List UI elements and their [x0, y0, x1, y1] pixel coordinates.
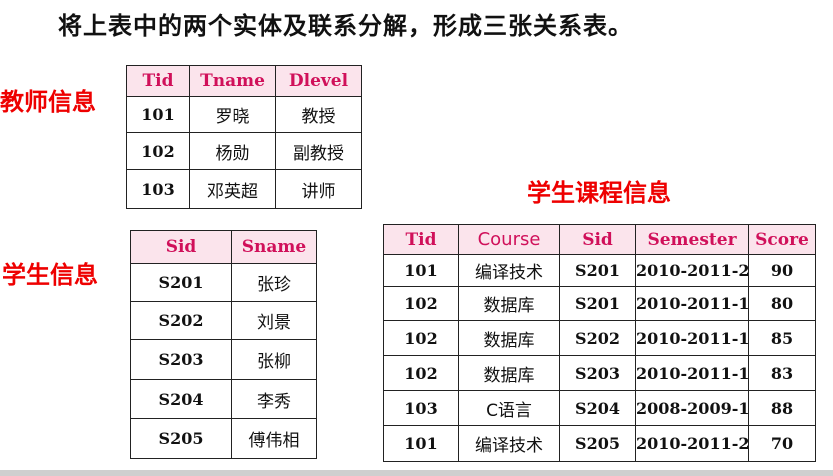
- table-row: 102 数据库 S202 2010-2011-1 85: [383, 320, 816, 356]
- table-cell: 2010-2011-2: [635, 425, 749, 462]
- table-cell: 80: [748, 286, 816, 321]
- teacher-section-label: 教师信息: [0, 88, 96, 116]
- table-cell: S203: [559, 355, 636, 391]
- column-header-dlevel: Dlevel: [275, 65, 362, 97]
- column-header-course: Course: [458, 224, 560, 255]
- table-cell: 罗晓: [189, 96, 276, 133]
- table-cell: 101: [126, 96, 190, 133]
- table-cell: 教授: [275, 96, 362, 133]
- column-header-sname: Sname: [231, 230, 317, 264]
- table-row: 102 杨勋 副教授: [126, 132, 362, 170]
- table-cell: S204: [130, 379, 232, 419]
- column-header-tname: Tname: [189, 65, 276, 97]
- table-header-row: Tid Tname Dlevel: [126, 65, 362, 97]
- table-cell: 刘景: [231, 301, 317, 340]
- column-header-score: Score: [748, 224, 816, 255]
- table-cell: 103: [383, 390, 459, 426]
- table-cell: 张柳: [231, 339, 317, 380]
- table-cell: S202: [559, 320, 636, 356]
- table-cell: 88: [748, 390, 816, 426]
- table-cell: S201: [559, 254, 636, 287]
- table-cell: 傅伟相: [231, 418, 317, 459]
- table-cell: 2010-2011-1: [635, 286, 749, 321]
- table-cell: 102: [383, 355, 459, 391]
- table-row: S205 傅伟相: [130, 418, 317, 459]
- table-cell: 103: [126, 169, 190, 209]
- table-header-row: Sid Sname: [130, 230, 317, 264]
- table-cell: 102: [126, 132, 190, 170]
- table-cell: 85: [748, 320, 816, 356]
- table-row: S201 张珍: [130, 263, 317, 302]
- course-section-label: 学生课程信息: [527, 179, 671, 207]
- table-row: 103 邓英超 讲师: [126, 169, 362, 209]
- column-header-tid: Tid: [383, 224, 459, 255]
- table-cell: S201: [559, 286, 636, 321]
- table-cell: 数据库: [458, 320, 560, 356]
- table-cell: S203: [130, 339, 232, 380]
- table-cell: 90: [748, 254, 816, 287]
- table-cell: 副教授: [275, 132, 362, 170]
- student-section-label: 学生信息: [2, 261, 98, 289]
- column-header-semester: Semester: [635, 224, 749, 255]
- table-row: 102 数据库 S203 2010-2011-1 83: [383, 355, 816, 391]
- table-cell: 102: [383, 286, 459, 321]
- table-cell: 李秀: [231, 379, 317, 419]
- column-header-sid: Sid: [130, 230, 232, 264]
- table-cell: 编译技术: [458, 254, 560, 287]
- table-cell: 102: [383, 320, 459, 356]
- table-row: 103 C语言 S204 2008-2009-1 88: [383, 390, 816, 426]
- table-row: S203 张柳: [130, 339, 317, 380]
- table-cell: C语言: [458, 390, 560, 426]
- column-header-sid: Sid: [559, 224, 636, 255]
- table-cell: 数据库: [458, 355, 560, 391]
- table-header-row: Tid Course Sid Semester Score: [383, 224, 816, 255]
- table-cell: 101: [383, 254, 459, 287]
- table-cell: 101: [383, 425, 459, 462]
- student-table: Sid Sname S201 张珍 S202 刘景 S203 张柳 S204 李…: [130, 230, 317, 459]
- table-cell: 张珍: [231, 263, 317, 302]
- page-title: 将上表中的两个实体及联系分解，形成三张关系表。: [58, 12, 633, 40]
- table-cell: 2008-2009-1: [635, 390, 749, 426]
- teacher-table: Tid Tname Dlevel 101 罗晓 教授 102 杨勋 副教授 10…: [126, 65, 362, 209]
- course-table: Tid Course Sid Semester Score 101 编译技术 S…: [383, 224, 816, 462]
- table-cell: 2010-2011-1: [635, 355, 749, 391]
- table-cell: 编译技术: [458, 425, 560, 462]
- table-cell: S205: [559, 425, 636, 462]
- table-cell: S204: [559, 390, 636, 426]
- table-row: 101 编译技术 S205 2010-2011-2 70: [383, 425, 816, 462]
- table-row: 101 罗晓 教授: [126, 96, 362, 133]
- table-cell: S202: [130, 301, 232, 340]
- bottom-divider: [0, 470, 833, 476]
- column-header-tid: Tid: [126, 65, 190, 97]
- table-cell: 数据库: [458, 286, 560, 321]
- table-row: S202 刘景: [130, 301, 317, 340]
- table-cell: S205: [130, 418, 232, 459]
- table-cell: S201: [130, 263, 232, 302]
- table-row: S204 李秀: [130, 379, 317, 419]
- table-cell: 2010-2011-1: [635, 320, 749, 356]
- table-cell: 83: [748, 355, 816, 391]
- table-row: 102 数据库 S201 2010-2011-1 80: [383, 286, 816, 321]
- table-cell: 70: [748, 425, 816, 462]
- table-cell: 杨勋: [189, 132, 276, 170]
- table-cell: 讲师: [275, 169, 362, 209]
- table-cell: 2010-2011-2: [635, 254, 749, 287]
- table-cell: 邓英超: [189, 169, 276, 209]
- table-row: 101 编译技术 S201 2010-2011-2 90: [383, 254, 816, 287]
